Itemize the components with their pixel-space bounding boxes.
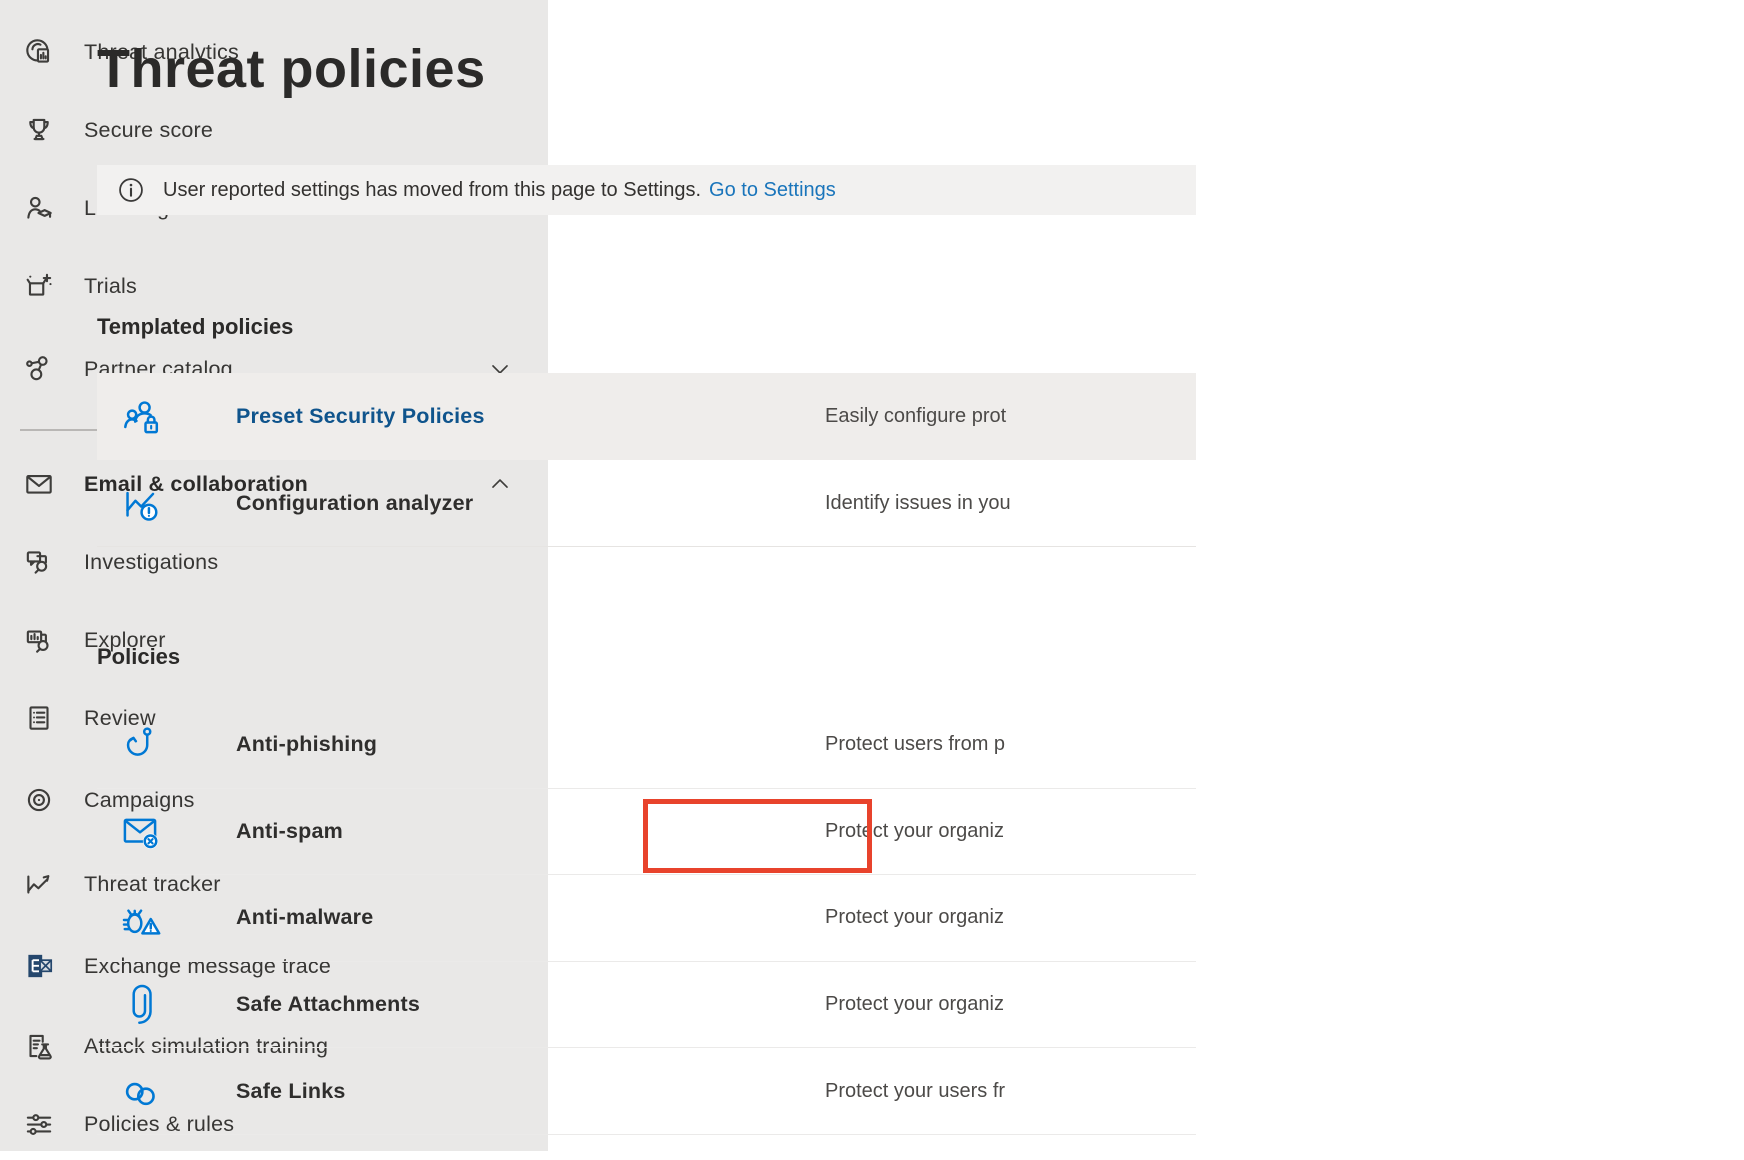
review-icon (22, 701, 56, 735)
policy-row-anti-spam[interactable]: Anti-spam Protect your organiz (97, 789, 1196, 876)
sidebar-item-secure-score[interactable]: Secure score (0, 94, 548, 166)
learning-hub-icon (22, 191, 56, 225)
policy-row-label[interactable]: Anti-spam (236, 819, 343, 844)
section-heading-templated-policies: Templated policies (97, 314, 293, 340)
email-collaboration-icon (22, 467, 56, 501)
sidebar-item-label: Trials (84, 274, 137, 299)
policy-row-label[interactable]: Safe Links (236, 1079, 346, 1104)
explorer-icon (22, 623, 56, 657)
anti-spam-icon (119, 810, 161, 852)
trials-icon (22, 269, 56, 303)
safe-links-icon (119, 1070, 161, 1112)
sidebar-item-label: Investigations (84, 550, 218, 575)
attack-simulation-training-icon (22, 1029, 56, 1063)
info-banner: User reported settings has moved from th… (97, 165, 1196, 215)
go-to-settings-link[interactable]: Go to Settings (709, 179, 836, 202)
policy-row-description: Protect your organiz (825, 993, 1196, 1016)
threat-analytics-icon (22, 35, 56, 69)
policy-row-description: Easily configure prot (825, 405, 1196, 428)
threat-tracker-icon (22, 867, 56, 901)
policy-row-configuration-analyzer[interactable]: Configuration analyzer Identify issues in… (97, 460, 1196, 547)
info-icon (117, 176, 145, 204)
exchange-message-trace-icon (22, 949, 56, 983)
policy-row-description: Identify issues in you (825, 492, 1196, 515)
sidebar-item-explorer[interactable]: Explorer (0, 604, 548, 676)
campaigns-icon (22, 783, 56, 817)
sidebar-item-label: Secure score (84, 118, 213, 143)
configuration-analyzer-icon (119, 482, 161, 524)
policy-row-description: Protect your users fr (825, 1080, 1196, 1103)
secure-score-icon (22, 113, 56, 147)
policies-list: Anti-phishing Protect users from p Anti-sp… (97, 702, 1196, 1135)
policy-row-label[interactable]: Safe Attachments (236, 992, 420, 1017)
templated-policies-list: Preset Security Policies Easily configure… (97, 373, 1196, 547)
policy-row-description: Protect your organiz (825, 906, 1196, 929)
banner-message: User reported settings has moved from th… (163, 179, 701, 202)
policy-row-description: Protect your organiz (825, 820, 1196, 843)
policy-row-anti-malware[interactable]: Anti-malware Protect your organiz (97, 875, 1196, 962)
sidebar-item-trials[interactable]: Trials (0, 250, 548, 322)
partner-catalog-icon (22, 352, 56, 386)
policy-row-label[interactable]: Anti-malware (236, 905, 373, 930)
policy-row-preset-security-policies[interactable]: Preset Security Policies Easily configure… (97, 373, 1196, 460)
section-heading-policies: Policies (97, 644, 180, 670)
anti-malware-icon (119, 897, 161, 939)
investigations-icon (22, 545, 56, 579)
policy-row-anti-phishing[interactable]: Anti-phishing Protect users from p (97, 702, 1196, 789)
policy-row-safe-links[interactable]: Safe Links Protect your users fr (97, 1048, 1196, 1135)
anti-phishing-icon (119, 724, 161, 766)
policy-row-label[interactable]: Preset Security Policies (236, 404, 485, 429)
policy-row-label[interactable]: Anti-phishing (236, 732, 377, 757)
policies-rules-icon (22, 1107, 56, 1141)
policy-row-description: Protect users from p (825, 733, 1196, 756)
policy-row-safe-attachments[interactable]: Safe Attachments Protect your organiz (97, 962, 1196, 1049)
safe-attachments-icon (119, 984, 161, 1026)
policy-row-label[interactable]: Configuration analyzer (236, 491, 473, 516)
preset-security-icon (119, 396, 161, 438)
page-title: Threat policies (97, 38, 486, 100)
